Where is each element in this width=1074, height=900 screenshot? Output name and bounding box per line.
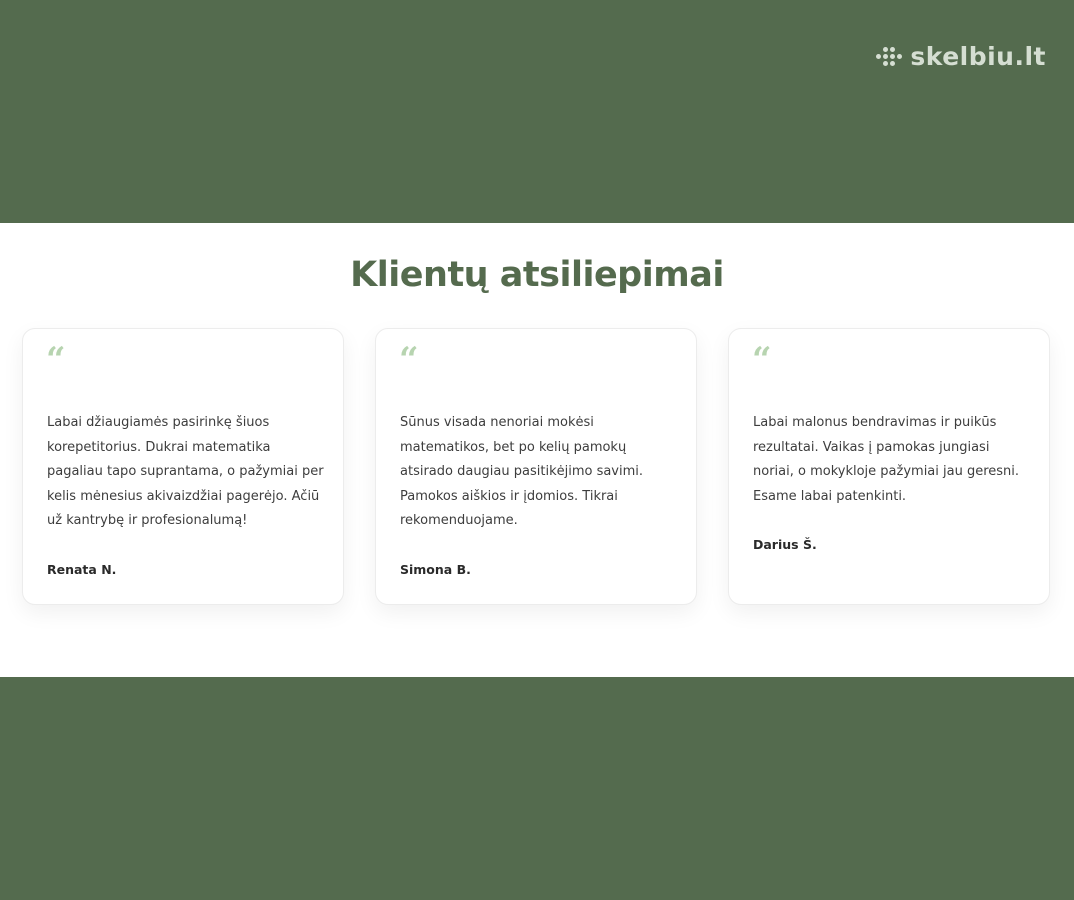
quote-icon: “ xyxy=(752,340,772,380)
dots-grid-icon xyxy=(876,47,903,66)
testimonial-text: Labai džiaugiamės pasirinkę šiuos korepe… xyxy=(47,415,324,528)
testimonial-body: Labai malonus bendravimas ir puikūs rezu… xyxy=(753,411,1033,558)
testimonial-text: Sūnus visada nenoriai mokėsi matematikos… xyxy=(400,415,644,528)
testimonial-card: “ Labai malonus bendravimas ir puikūs re… xyxy=(728,328,1050,605)
section-title: Klientų atsiliepimai xyxy=(350,255,724,295)
testimonial-author: Renata N. xyxy=(47,561,117,577)
testimonial-card: “ Labai džiaugiamės pasirinkę šiuos kore… xyxy=(22,328,344,605)
bottom-band xyxy=(0,677,1074,900)
quote-icon: “ xyxy=(399,340,419,380)
testimonial-author: Darius Š. xyxy=(753,537,817,552)
testimonial-body: Labai džiaugiamės pasirinkę šiuos korepe… xyxy=(47,411,327,582)
quote-icon: “ xyxy=(46,340,66,380)
testimonial-body: Sūnus visada nenoriai mokėsi matematikos… xyxy=(400,411,680,582)
testimonial-author: Simona B. xyxy=(400,561,471,577)
skelbiu-logo[interactable]: skelbiu.lt xyxy=(876,42,1046,71)
top-band: skelbiu.lt xyxy=(0,0,1074,223)
testimonials-section: Klientų atsiliepimai “ Labai džiaugiamės… xyxy=(0,223,1074,677)
logo-text: skelbiu.lt xyxy=(910,42,1046,71)
testimonial-text: Labai malonus bendravimas ir puikūs rezu… xyxy=(753,415,1020,504)
testimonial-card: “ Sūnus visada nenoriai mokėsi matematik… xyxy=(375,328,697,605)
